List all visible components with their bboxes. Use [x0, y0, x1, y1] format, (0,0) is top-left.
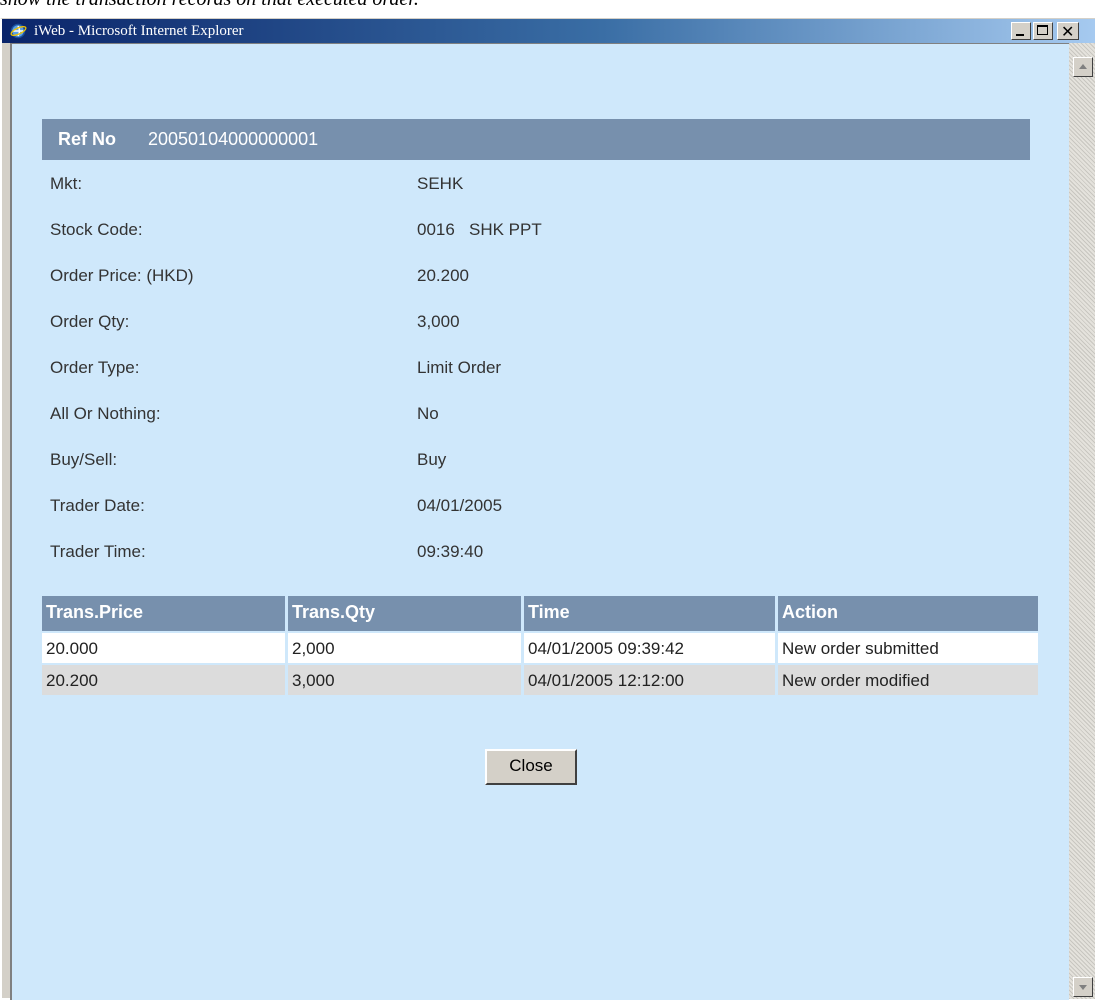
ref-header: Ref No 20050104000000001 — [42, 119, 1030, 160]
field-label: Order Price: (HKD) — [50, 266, 194, 285]
close-icon: ✕ — [1061, 22, 1075, 41]
field-value: SEHK — [417, 174, 464, 193]
field-label: Mkt: — [50, 174, 83, 193]
table-cell-trans-qty: 3,000 — [288, 665, 521, 695]
minimize-icon — [1016, 34, 1024, 36]
vertical-scrollbar[interactable] — [1069, 43, 1095, 999]
field-label: Buy/Sell: — [50, 450, 118, 469]
column-header-trans-price: Trans.Price — [42, 596, 285, 631]
field-value: No — [417, 404, 439, 423]
table-cell-trans-price: 20.000 — [42, 633, 285, 663]
field-value: Limit Order — [417, 358, 502, 377]
table-cell-time: 04/01/2005 12:12:00 — [524, 665, 775, 695]
document-caption: show the transaction records on that exe… — [0, 0, 419, 11]
scroll-down-button[interactable] — [1073, 977, 1093, 997]
column-header-trans-qty: Trans.Qty — [288, 596, 521, 631]
field-label: Order Type: — [50, 358, 140, 377]
minimize-button[interactable] — [1011, 22, 1031, 40]
page-content: Ref No 20050104000000001 Mkt: SEHK Stock… — [10, 43, 1069, 1000]
ref-value: 20050104000000001 — [148, 129, 319, 149]
field-value: 09:39:40 — [417, 542, 484, 561]
field-label: Order Qty: — [50, 312, 130, 331]
close-button[interactable]: Close — [485, 749, 577, 785]
close-window-button[interactable]: ✕ — [1057, 22, 1079, 41]
column-header-action: Action — [778, 596, 1038, 631]
ie-icon — [10, 23, 27, 39]
field-value: 04/01/2005 — [417, 496, 503, 515]
field-label: Stock Code: — [50, 220, 143, 239]
ref-label: Ref No — [58, 129, 116, 149]
scroll-up-icon — [1079, 64, 1087, 69]
column-header-time: Time — [524, 596, 775, 631]
title-bar[interactable]: iWeb - Microsoft Internet Explorer ✕ — [2, 19, 1095, 43]
field-value: 20.200 — [417, 266, 469, 285]
table-cell-trans-qty: 2,000 — [288, 633, 521, 663]
field-value: 0016 SHK PPT — [417, 220, 542, 239]
window-title: iWeb - Microsoft Internet Explorer — [34, 23, 244, 39]
maximize-button[interactable] — [1033, 22, 1053, 40]
ie-window: iWeb - Microsoft Internet Explorer ✕ Ref… — [0, 18, 1095, 1000]
field-label: All Or Nothing: — [50, 404, 161, 423]
field-label: Trader Date: — [50, 496, 145, 515]
table-cell-time: 04/01/2005 09:39:42 — [524, 633, 775, 663]
table-cell-action: New order submitted — [778, 633, 1038, 663]
field-label: Trader Time: — [50, 542, 146, 561]
scroll-up-button[interactable] — [1073, 57, 1093, 77]
maximize-icon — [1037, 25, 1048, 35]
field-value: 3,000 — [417, 312, 460, 331]
field-value: Buy — [417, 450, 447, 469]
scroll-down-icon — [1079, 985, 1087, 990]
table-cell-action: New order modified — [778, 665, 1038, 695]
table-cell-trans-price: 20.200 — [42, 665, 285, 695]
